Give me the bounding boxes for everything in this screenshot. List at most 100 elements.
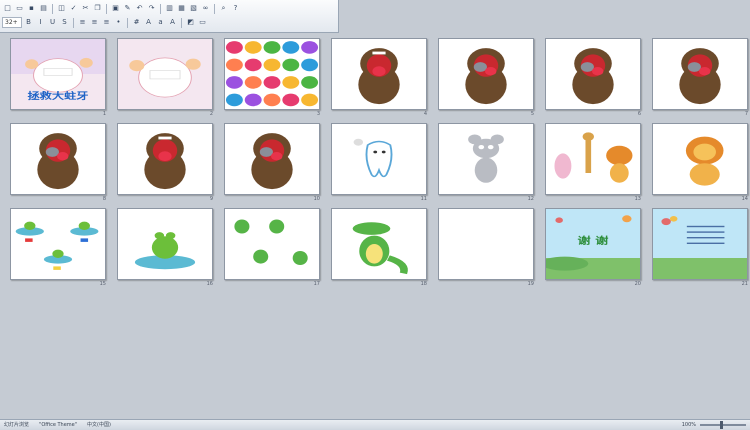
slide-art-croc [332,209,426,279]
slide-number: 9 [209,196,213,202]
align-center-icon[interactable]: ≡ [90,18,99,27]
slide-sorter-view: 拯救大蛀牙拯救大蛀牙12345678910111213141516171819谢… [0,33,750,419]
slide-art-monster [332,39,426,109]
slide-art-monster-bug [546,39,640,109]
slide-thumbnail-13[interactable] [545,123,641,195]
slide-art-tooth [332,124,426,194]
print-icon[interactable]: ▤ [39,4,48,13]
toolbar-separator [52,3,53,14]
svg-text:谢 谢: 谢 谢 [578,235,609,247]
slide-number: 19 [527,281,534,287]
slide-thumbnail-3[interactable] [224,38,320,110]
numbering-icon[interactable]: # [132,18,141,27]
hyperlink-icon[interactable]: ∞ [201,4,210,13]
slide-number: 4 [423,111,427,117]
slide-thumbnail-18[interactable] [331,208,427,280]
slide-art-cover-plain [118,39,212,109]
slide-number: 7 [744,111,748,117]
slide-art-monster-bug [11,124,105,194]
new-slide-icon[interactable]: ▭ [198,18,207,27]
insert-chart-icon[interactable]: ▥ [165,4,174,13]
zoom-slider-thumb[interactable] [720,421,723,429]
slide-thumbnail-4[interactable] [331,38,427,110]
spell-icon[interactable]: ✓ [69,4,78,13]
slide-thumbnail-19[interactable] [438,208,534,280]
slide-art-thanks-text [653,209,747,279]
decrease-font-icon[interactable]: a [156,18,165,27]
copy-icon[interactable]: ❐ [93,4,102,13]
format-painter-icon[interactable]: ✎ [123,4,132,13]
toolbar-separator [214,3,215,14]
slide-thumbnail-5[interactable] [438,38,534,110]
font-color-icon[interactable]: A [168,18,177,27]
insert-picture-icon[interactable]: ▧ [189,4,198,13]
slide-number: 1 [102,111,106,117]
align-right-icon[interactable]: ≡ [102,18,111,27]
toolbar-separator [160,3,161,14]
slide-thumbnail-12[interactable] [438,123,534,195]
slide-number: 16 [206,281,213,287]
help-icon[interactable]: ? [231,4,240,13]
slide-art-monster-bug [653,39,747,109]
slide-thumbnail-14[interactable] [652,123,748,195]
toolbar-separator [73,17,74,28]
zoom-slider[interactable] [700,421,746,429]
italic-icon[interactable]: I [36,18,45,27]
slide-number: 5 [530,111,534,117]
formatting-toolbar: □ ▭ ▪ ▤ ◫ ✓ ✂ ❐ ▣ ✎ ↶ ↷ ▥ ▦ ▧ ∞ ⌕? 32+ B I U S ≡ ≡ ≡ • # Aa A ◩ ▭ [0,0,339,33]
slide-thumbnail-17[interactable] [224,208,320,280]
slide-thumbnail-16[interactable] [117,208,213,280]
slide-thumbnail-7[interactable] [652,38,748,110]
slide-number: 21 [741,281,748,287]
slide-number: 17 [313,281,320,287]
preview-icon[interactable]: ◫ [57,4,66,13]
bold-icon[interactable]: B [24,18,33,27]
save-icon[interactable]: ▪ [27,4,36,13]
slide-thumbnail-8[interactable] [10,123,106,195]
slide-number: 8 [102,196,106,202]
design-icon[interactable]: ◩ [186,18,195,27]
toolbar-separator [181,17,182,28]
slide-thumbnail-15[interactable] [10,208,106,280]
slide-art-crocs [225,209,319,279]
font-size-select[interactable]: 32+ [2,17,22,28]
slide-art-blank [439,209,533,279]
slide-thumbnail-6[interactable] [545,38,641,110]
shadow-icon[interactable]: S [60,18,69,27]
toolbar-separator [106,3,107,14]
slide-art-monster-bug [439,39,533,109]
standard-toolbar-row: □ ▭ ▪ ▤ ◫ ✓ ✂ ❐ ▣ ✎ ↶ ↷ ▥ ▦ ▧ ∞ ⌕? [2,2,241,15]
new-icon[interactable]: □ [3,4,12,13]
formatting-toolbar-row: 32+ B I U S ≡ ≡ ≡ • # Aa A ◩ ▭ [2,16,208,29]
slide-art-mouse [439,124,533,194]
zoom-icon[interactable]: ⌕ [219,4,228,13]
align-left-icon[interactable]: ≡ [78,18,87,27]
slide-number: 15 [99,281,106,287]
slide-number: 11 [420,196,427,202]
slide-thumbnail-20[interactable]: 谢 谢谢 谢 [545,208,641,280]
bullets-icon[interactable]: • [114,18,123,27]
slide-thumbnail-1[interactable]: 拯救大蛀牙拯救大蛀牙 [10,38,106,110]
paste-icon[interactable]: ▣ [111,4,120,13]
underline-icon[interactable]: U [48,18,57,27]
redo-icon[interactable]: ↷ [147,4,156,13]
status-bar: 幻灯片浏览 "Office Theme" 中文(中国) 100% [0,419,750,430]
slide-number: 14 [741,196,748,202]
slide-art-animals [546,124,640,194]
increase-font-icon[interactable]: A [144,18,153,27]
slide-thumbnail-21[interactable] [652,208,748,280]
undo-icon[interactable]: ↶ [135,4,144,13]
slide-number: 20 [634,281,641,287]
cut-icon[interactable]: ✂ [81,4,90,13]
slide-thumbnail-9[interactable] [117,123,213,195]
toolbar-separator [127,17,128,28]
slide-number: 13 [634,196,641,202]
slide-thumbnail-2[interactable] [117,38,213,110]
slide-art-monster [118,124,212,194]
slide-thumbnail-10[interactable] [224,123,320,195]
slide-art-cover: 拯救大蛀牙 [11,39,105,109]
slide-number: 18 [420,281,427,287]
insert-table-icon[interactable]: ▦ [177,4,186,13]
open-icon[interactable]: ▭ [15,4,24,13]
slide-thumbnail-11[interactable] [331,123,427,195]
